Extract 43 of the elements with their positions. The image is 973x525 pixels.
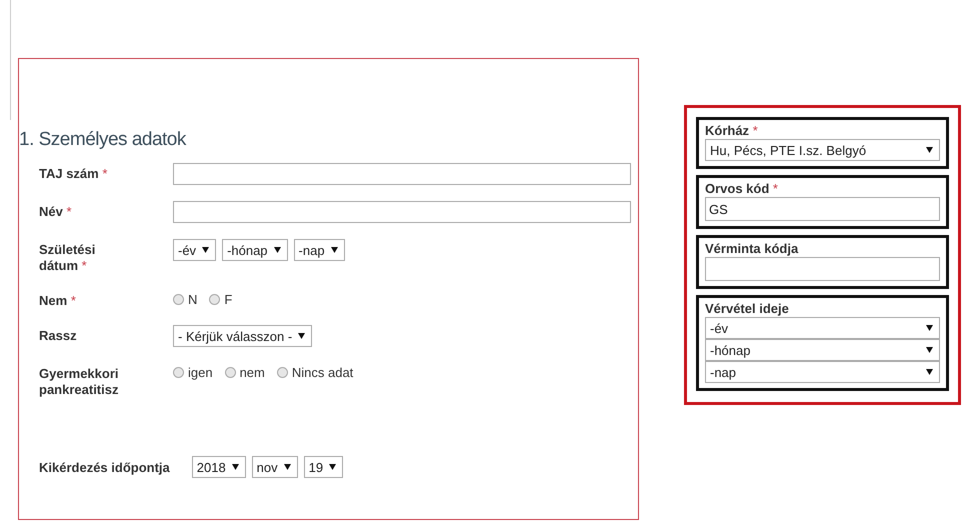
caret-icon xyxy=(926,369,933,375)
dropdown[interactable]: nov xyxy=(252,456,298,478)
dropdown[interactable]: -nap xyxy=(294,239,345,261)
dropdown[interactable]: 19 xyxy=(304,456,344,478)
text-field[interactable]: GS xyxy=(705,197,940,221)
caret-icon xyxy=(274,247,281,253)
dropdown[interactable]: -év xyxy=(705,317,940,339)
section-title: 1. Személyes adatok xyxy=(19,129,186,151)
field-label: Vérminta kódja xyxy=(705,241,800,256)
caret-icon xyxy=(284,464,291,470)
radio-option[interactable]: F xyxy=(209,292,232,307)
radio-option[interactable]: N xyxy=(173,292,198,307)
radio-option[interactable]: nem xyxy=(224,365,265,380)
field-label: Név * xyxy=(39,203,73,220)
field-label: Születési dátum * xyxy=(39,241,96,274)
field-label: Vérvétel ideje xyxy=(705,301,790,316)
field-label: Rassz xyxy=(39,327,78,344)
caret-icon xyxy=(202,247,210,253)
field-label: Nem * xyxy=(39,292,77,309)
radio-option[interactable]: igen xyxy=(173,365,213,380)
text-field[interactable] xyxy=(173,201,631,223)
dropdown[interactable]: 2018 xyxy=(192,456,246,478)
caret-icon xyxy=(926,347,933,353)
field-label: Orvos kód * xyxy=(705,181,779,196)
field-label: Kórház * xyxy=(705,123,759,138)
text-field[interactable] xyxy=(173,163,631,185)
dropdown[interactable]: - Kérjük válasszon - xyxy=(173,325,312,347)
dropdown[interactable]: -év xyxy=(173,239,216,261)
text-field[interactable] xyxy=(705,257,940,281)
caret-icon xyxy=(232,464,239,470)
caret-icon xyxy=(298,333,306,339)
dropdown[interactable]: Hu, Pécs, PTE I.sz. Belgyó xyxy=(705,139,940,161)
caret-icon xyxy=(330,247,338,253)
caret-icon xyxy=(329,464,336,470)
dropdown[interactable]: -hónap xyxy=(705,339,940,361)
radio-option[interactable]: Nincs adat xyxy=(276,365,354,380)
field-label: Gyermekkori pankreatitisz xyxy=(39,365,120,398)
caret-icon xyxy=(926,325,933,331)
dropdown[interactable]: -hónap xyxy=(222,239,288,261)
dropdown[interactable]: -nap xyxy=(705,361,940,383)
field-label: TAJ szám * xyxy=(39,165,108,182)
caret-icon xyxy=(926,147,933,153)
field-label: Kikérdezés időpontja xyxy=(39,460,170,474)
